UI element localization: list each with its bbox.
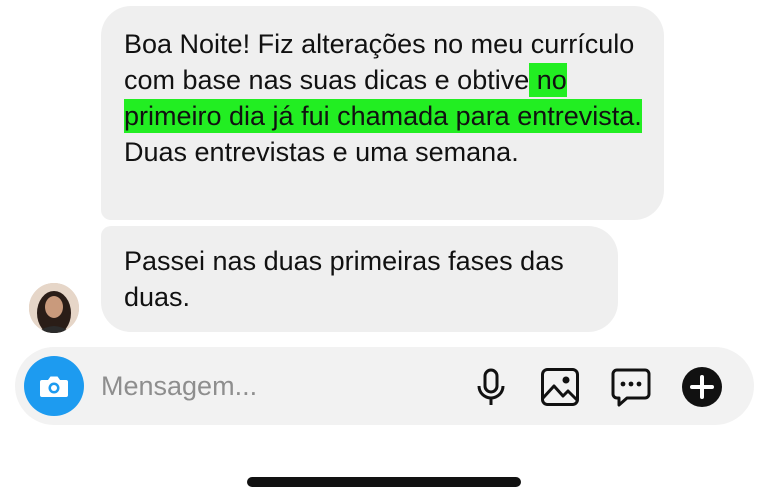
message-input[interactable]: Mensagem... <box>101 369 257 403</box>
microphone-button[interactable] <box>470 366 512 408</box>
message-composer: Mensagem... <box>15 347 754 425</box>
gallery-button[interactable] <box>539 366 581 408</box>
message-text: Passei nas duas primeiras fases das duas… <box>124 246 564 312</box>
camera-icon <box>40 376 68 397</box>
avatar-image <box>29 283 79 333</box>
sticker-button[interactable] <box>610 366 652 408</box>
microphone-icon <box>477 368 505 405</box>
sticker-chat-icon <box>611 368 651 407</box>
plus-icon <box>682 367 722 407</box>
message-bubble-1[interactable]: Boa Noite! Fiz alterações no meu currícu… <box>101 6 664 220</box>
more-button[interactable] <box>681 366 723 408</box>
message-text-continued: Duas entrevistas e uma semana. <box>124 137 519 167</box>
avatar[interactable] <box>29 283 79 333</box>
home-indicator[interactable] <box>247 477 521 487</box>
image-icon <box>541 368 579 406</box>
message-bubble-2[interactable]: Passei nas duas primeiras fases das duas… <box>101 226 618 332</box>
camera-button[interactable] <box>24 356 84 416</box>
